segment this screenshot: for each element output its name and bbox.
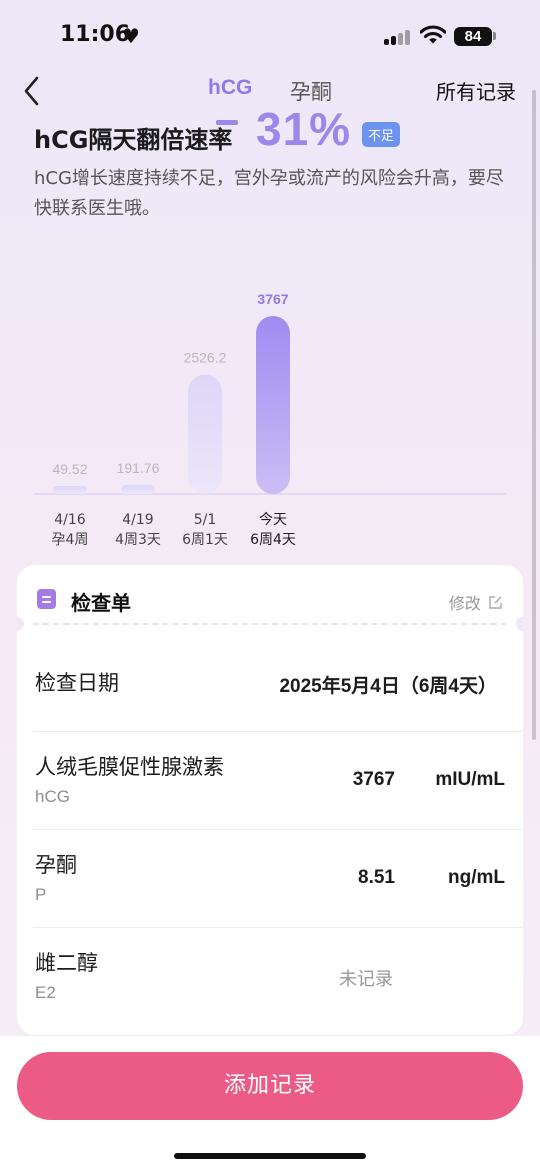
progesterone-unit: ng/mL [448,867,505,888]
home-indicator [174,1153,366,1159]
row-sub-label: P [35,885,47,904]
chart-x-label: 5/1 6周1天 [170,510,240,550]
wifi-icon [420,25,446,44]
doubling-rate-value: 31% [256,103,352,155]
chart-x-date: 5/1 [193,512,217,528]
status-time: 11:06 [60,22,131,47]
chart-bar[interactable] [256,316,290,494]
doubling-rate-row: hCG隔天翻倍速率 31% 不足 [34,103,514,158]
back-arrow-icon[interactable] [20,74,44,108]
row-progesterone[interactable]: 孕酮 P 8.51 ng/mL [17,829,523,927]
chart-x-date: 4/19 [122,512,154,528]
row-hcg[interactable]: 人绒毛膜促性腺激素 hCG 3767 mIU/mL [17,731,523,829]
test-date-value: 2025年5月4日（6周4天） [279,676,497,697]
tab-hcg[interactable]: hCG [208,76,252,100]
row-label: 检查日期 [35,671,119,695]
status-badge: 不足 [362,122,401,147]
chart-bar[interactable] [188,374,222,494]
hcg-bar-chart: 49.52 191.76 2526.2 3767 4/16 孕4周 4/19 4周3天 5/1… [0,230,540,560]
chart-x-week: 孕4周 [51,532,89,548]
chart-bar[interactable] [53,486,87,494]
chart-x-label: 4/16 孕4周 [35,510,105,550]
chart-x-label: 4/19 4周3天 [103,510,173,550]
status-bar: 11:06 ♥ 84 [0,0,540,72]
row-label: 孕酮 [35,853,77,877]
chart-x-label: 今天 6周4天 [238,510,308,550]
card-title: 检查单 [71,591,131,615]
row-test-date[interactable]: 检查日期 2025年5月4日（6周4天） [17,625,523,731]
row-estradiol[interactable]: 雌二醇 E2 未记录 [17,927,523,1025]
chart-data-label: 2526.2 [184,350,227,366]
row-label: 雌二醇 [35,951,98,975]
all-records-link[interactable]: 所有记录 [436,76,516,105]
row-label: 人绒毛膜促性腺激素 [35,755,224,779]
edit-label: 修改 [448,594,481,613]
scrollbar[interactable] [532,90,536,740]
doubling-rate-title: hCG隔天翻倍速率 [34,126,233,154]
card-header: 检查单 修改 [17,565,523,625]
edit-icon [489,596,502,609]
chart-bar[interactable] [121,484,155,494]
battery-icon: 84 [454,27,492,46]
chart-data-label: 49.52 [52,461,87,477]
chart-data-label: 191.76 [117,460,160,476]
chart-x-date: 今天 [259,512,287,528]
chart-data-label: 3767 [257,291,288,307]
progesterone-value: 8.51 [358,867,395,888]
estradiol-empty-value: 未记录 [339,969,393,990]
trend-down-icon [216,120,238,125]
battery-tip [493,32,496,40]
risk-description: hCG增长速度持续不足，宫外孕或流产的风险会升高，要尽快联系医生哦。 [34,168,504,219]
heart-icon: ♥ [122,24,140,48]
chart-x-week: 6周1天 [182,532,228,548]
add-record-button[interactable]: 添加记录 [17,1052,523,1120]
chart-x-week: 6周4天 [250,532,296,548]
hcg-value: 3767 [352,769,395,790]
checklist-icon [37,589,56,609]
chart-x-date: 4/16 [54,512,86,528]
row-sub-label: E2 [35,983,56,1002]
edit-button[interactable]: 修改 [449,590,503,614]
test-sheet-card: 检查单 修改 检查日期 2025年5月4日（6周4天） 人绒毛膜促性腺激素 hC… [17,565,523,1035]
hcg-unit: mIU/mL [435,769,505,790]
chart-x-week: 4周3天 [115,532,161,548]
cellular-signal-icon [384,29,412,45]
row-sub-label: hCG [35,787,70,806]
